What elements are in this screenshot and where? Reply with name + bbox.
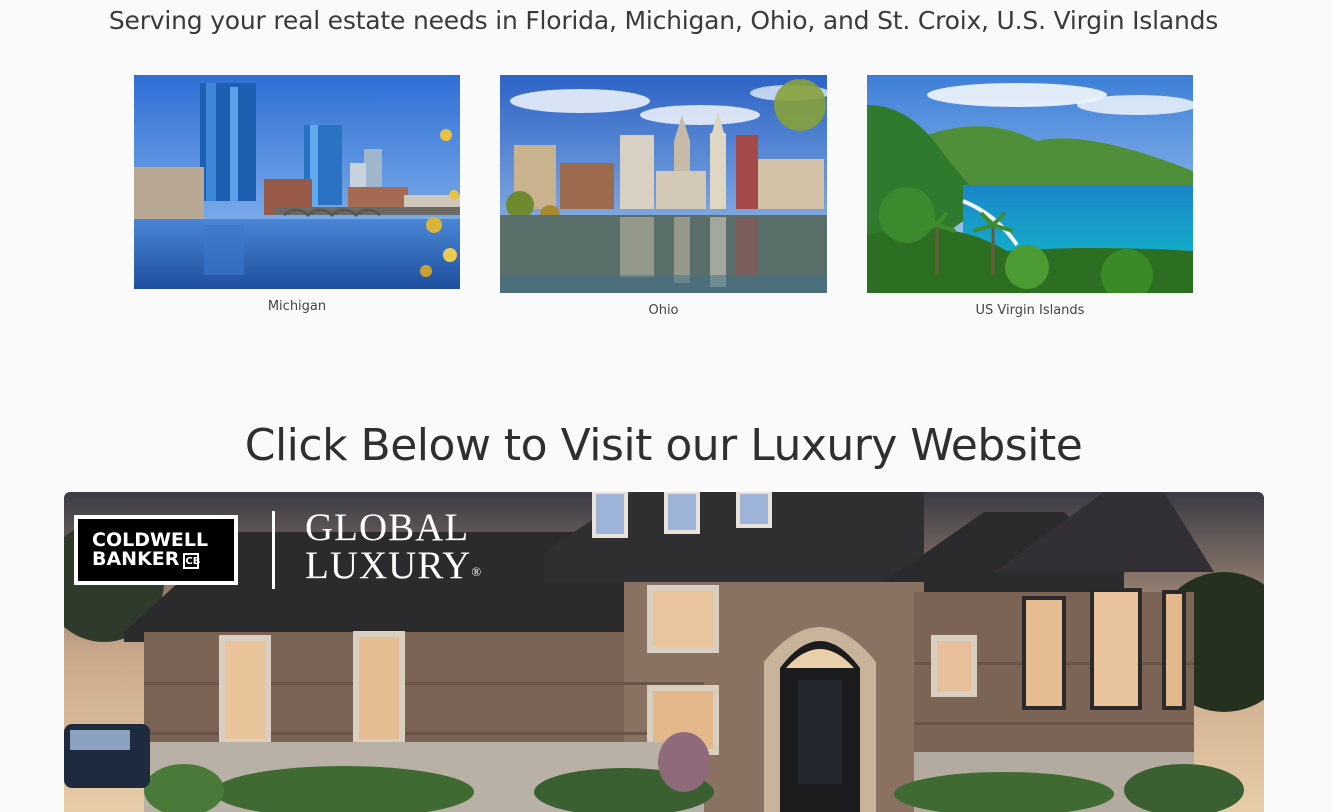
registered-mark: ® <box>471 564 483 579</box>
page: Serving your real estate needs in Florid… <box>0 0 1332 812</box>
cb-mark-icon: CB <box>183 553 200 569</box>
coldwell-banker-global-luxury-logo: COLDWELL BANKER CB GLOBAL LUXURY® <box>74 506 483 591</box>
logo-divider <box>272 511 275 589</box>
wordmark-luxury: LUXURY <box>305 544 472 587</box>
luxury-heading: Click Below to Visit our Luxury Website <box>244 420 1083 471</box>
wordmark-global: GLOBAL <box>305 506 470 549</box>
logo-text-banker: BANKER <box>92 548 180 570</box>
luxury-website-banner[interactable]: COLDWELL BANKER CB GLOBAL LUXURY® <box>64 492 1264 812</box>
region-tile-michigan[interactable]: Michigan <box>134 75 460 320</box>
ohio-photo <box>500 75 827 293</box>
page-tagline: Serving your real estate needs in Florid… <box>108 6 1219 35</box>
logo-text-banker-row: BANKER CB <box>92 548 200 570</box>
coldwell-banker-logo: COLDWELL BANKER CB <box>74 515 238 585</box>
global-luxury-wordmark: GLOBAL LUXURY® <box>305 506 483 591</box>
region-tile-ohio[interactable]: Ohio <box>500 75 827 325</box>
region-caption-michigan: Michigan <box>267 299 327 314</box>
wordmark-luxury-row: LUXURY® <box>305 544 483 591</box>
michigan-photo <box>134 75 460 289</box>
region-caption-ohio: Ohio <box>648 303 679 318</box>
region-tile-usvi[interactable]: US Virgin Islands <box>867 75 1193 325</box>
usvi-photo <box>867 75 1193 293</box>
region-caption-usvi: US Virgin Islands <box>975 303 1085 318</box>
